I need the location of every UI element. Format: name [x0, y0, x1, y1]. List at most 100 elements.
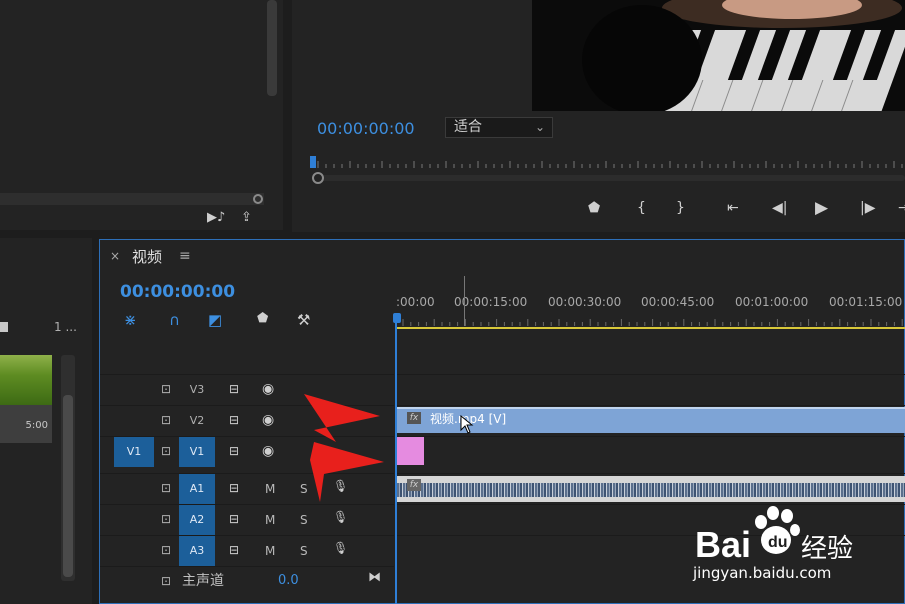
track-header-a3	[100, 535, 394, 565]
fx-badge: fx	[407, 412, 421, 424]
program-ruler[interactable]	[310, 156, 905, 170]
master-volume-value[interactable]: 0.0	[278, 573, 299, 588]
watermark-url: jingyan.baidu.com	[693, 564, 832, 582]
sync-lock-icon[interactable]: ⊟	[229, 512, 239, 526]
program-zoom-knob[interactable]	[312, 172, 324, 184]
piano-frame-image	[532, 0, 905, 111]
red-arrow-upper	[304, 394, 380, 442]
lock-icon[interactable]: ⊡	[161, 444, 171, 458]
sync-lock-icon[interactable]: ⊟	[229, 444, 239, 458]
project-scrollbar[interactable]	[61, 355, 75, 581]
annotation-arrows	[304, 394, 384, 502]
baidu-jingyan-watermark: Bai du 经验 jingyan.baidu.com	[693, 500, 905, 590]
lock-icon[interactable]: ⊡	[161, 512, 171, 526]
source-vertical-scrollbar[interactable]	[267, 0, 277, 96]
eye-icon[interactable]: ◉	[262, 443, 274, 459]
paw-logo-icon: du	[755, 506, 800, 554]
snap-icon[interactable]: ∩	[169, 311, 180, 329]
source-panel	[0, 0, 283, 230]
playhead-handle[interactable]	[393, 313, 401, 323]
svg-text:du: du	[768, 534, 788, 551]
watermark-suffix: 经验	[801, 534, 854, 564]
go-to-out-icon[interactable]: ⇥	[898, 200, 905, 216]
mute-button-a3[interactable]: M	[265, 544, 275, 558]
program-timecode[interactable]: 00:00:00:00	[317, 119, 415, 138]
sync-lock-icon[interactable]: ⊟	[229, 413, 239, 427]
master-track-label: 主声道	[182, 573, 224, 589]
close-icon[interactable]: ×	[110, 249, 120, 263]
program-zoom-scrollbar[interactable]	[312, 172, 905, 184]
chevron-down-icon: ⌄	[534, 120, 545, 134]
color-matte-clip-v1[interactable]	[397, 437, 424, 465]
lock-icon[interactable]: ⊡	[161, 574, 171, 588]
step-back-icon[interactable]: ◀|	[772, 200, 787, 216]
track-name-a3[interactable]: A3	[179, 536, 215, 566]
lock-icon[interactable]: ⊡	[161, 543, 171, 557]
nest-toggle-icon[interactable]: ⋇	[124, 311, 137, 329]
lock-icon[interactable]: ⊡	[161, 413, 171, 427]
fx-badge: fx	[407, 479, 421, 491]
mute-button-a1[interactable]: M	[265, 482, 275, 496]
add-marker-icon[interactable]: ⬟	[257, 311, 268, 326]
mute-button-a2[interactable]: M	[265, 513, 275, 527]
panel-menu-icon[interactable]: ≡	[179, 248, 191, 264]
step-forward-icon[interactable]: |▶	[860, 200, 875, 216]
audio-waveform	[397, 483, 905, 497]
audio-only-icon[interactable]: ▶♪	[207, 210, 225, 225]
track-name-v1[interactable]: V1	[179, 437, 215, 467]
sync-lock-icon[interactable]: ⊟	[229, 481, 239, 495]
program-playhead-marker	[310, 156, 316, 168]
zoom-knob[interactable]	[253, 194, 263, 204]
microphone-icon[interactable]: 🎙	[333, 510, 348, 524]
project-column-header[interactable]: 1 ...	[54, 320, 77, 334]
ruler-label: :00:00	[396, 295, 435, 309]
playhead-line[interactable]	[395, 318, 397, 604]
track-name-v2[interactable]: V2	[179, 406, 215, 436]
track-name-v3[interactable]: V3	[179, 375, 215, 405]
eye-icon[interactable]: ◉	[262, 381, 274, 397]
clip-thumbnail[interactable]	[0, 355, 52, 405]
ruler-label: 00:01:15:00	[829, 295, 903, 309]
project-scroll-thumb[interactable]	[63, 395, 73, 577]
eye-icon[interactable]: ◉	[262, 412, 274, 428]
source-scroll-track[interactable]	[0, 193, 264, 205]
linked-selection-icon[interactable]: ◩	[208, 311, 222, 329]
fit-dropdown-value: 适合	[454, 119, 482, 135]
go-to-end-icon[interactable]: ⧓	[368, 570, 381, 585]
go-to-in-icon[interactable]: ⇤	[727, 200, 739, 216]
add-marker-icon[interactable]: ⬟	[588, 200, 600, 216]
track-lane-v1[interactable]	[395, 436, 905, 466]
fit-dropdown[interactable]: 适合 ⌄	[445, 117, 553, 138]
track-name-a1[interactable]: A1	[179, 474, 215, 504]
track-header-a2	[100, 504, 394, 534]
timeline-timecode[interactable]: 00:00:00:00	[120, 282, 235, 302]
track-lane-v3[interactable]	[395, 374, 905, 404]
lock-icon[interactable]: ⊡	[161, 382, 171, 396]
ruler-label: 00:00:30:00	[548, 295, 622, 309]
play-icon[interactable]: ▶	[815, 198, 828, 218]
timeline-ruler[interactable]	[395, 314, 905, 328]
sync-lock-icon[interactable]: ⊟	[229, 543, 239, 557]
wrench-icon[interactable]: ⚒	[297, 311, 310, 329]
mark-in-icon[interactable]: {	[637, 200, 646, 216]
audio-clip-a1[interactable]: fx	[397, 476, 905, 502]
red-arrow-lower	[310, 442, 384, 502]
export-frame-icon[interactable]: ⇪	[241, 210, 252, 225]
solo-button-a2[interactable]: S	[300, 513, 308, 527]
watermark-brand: Bai	[695, 524, 752, 565]
ruler-label: 00:01:00:00	[735, 295, 809, 309]
track-name-a2[interactable]: A2	[179, 505, 215, 535]
solo-button-a3[interactable]: S	[300, 544, 308, 558]
sync-lock-icon[interactable]: ⊟	[229, 382, 239, 396]
list-view-icon[interactable]	[0, 322, 8, 332]
mouse-cursor-icon	[460, 415, 474, 434]
sequence-tab[interactable]: 视频	[132, 246, 162, 267]
track-header-master	[100, 566, 394, 596]
clip-duration: 5:00	[0, 405, 52, 443]
microphone-icon[interactable]: 🎙	[333, 541, 348, 555]
source-patch-v1[interactable]: V1	[114, 437, 154, 467]
work-area-bar[interactable]	[397, 327, 905, 329]
mark-out-icon[interactable]: }	[676, 200, 685, 216]
ruler-label: 00:00:45:00	[641, 295, 715, 309]
lock-icon[interactable]: ⊡	[161, 481, 171, 495]
